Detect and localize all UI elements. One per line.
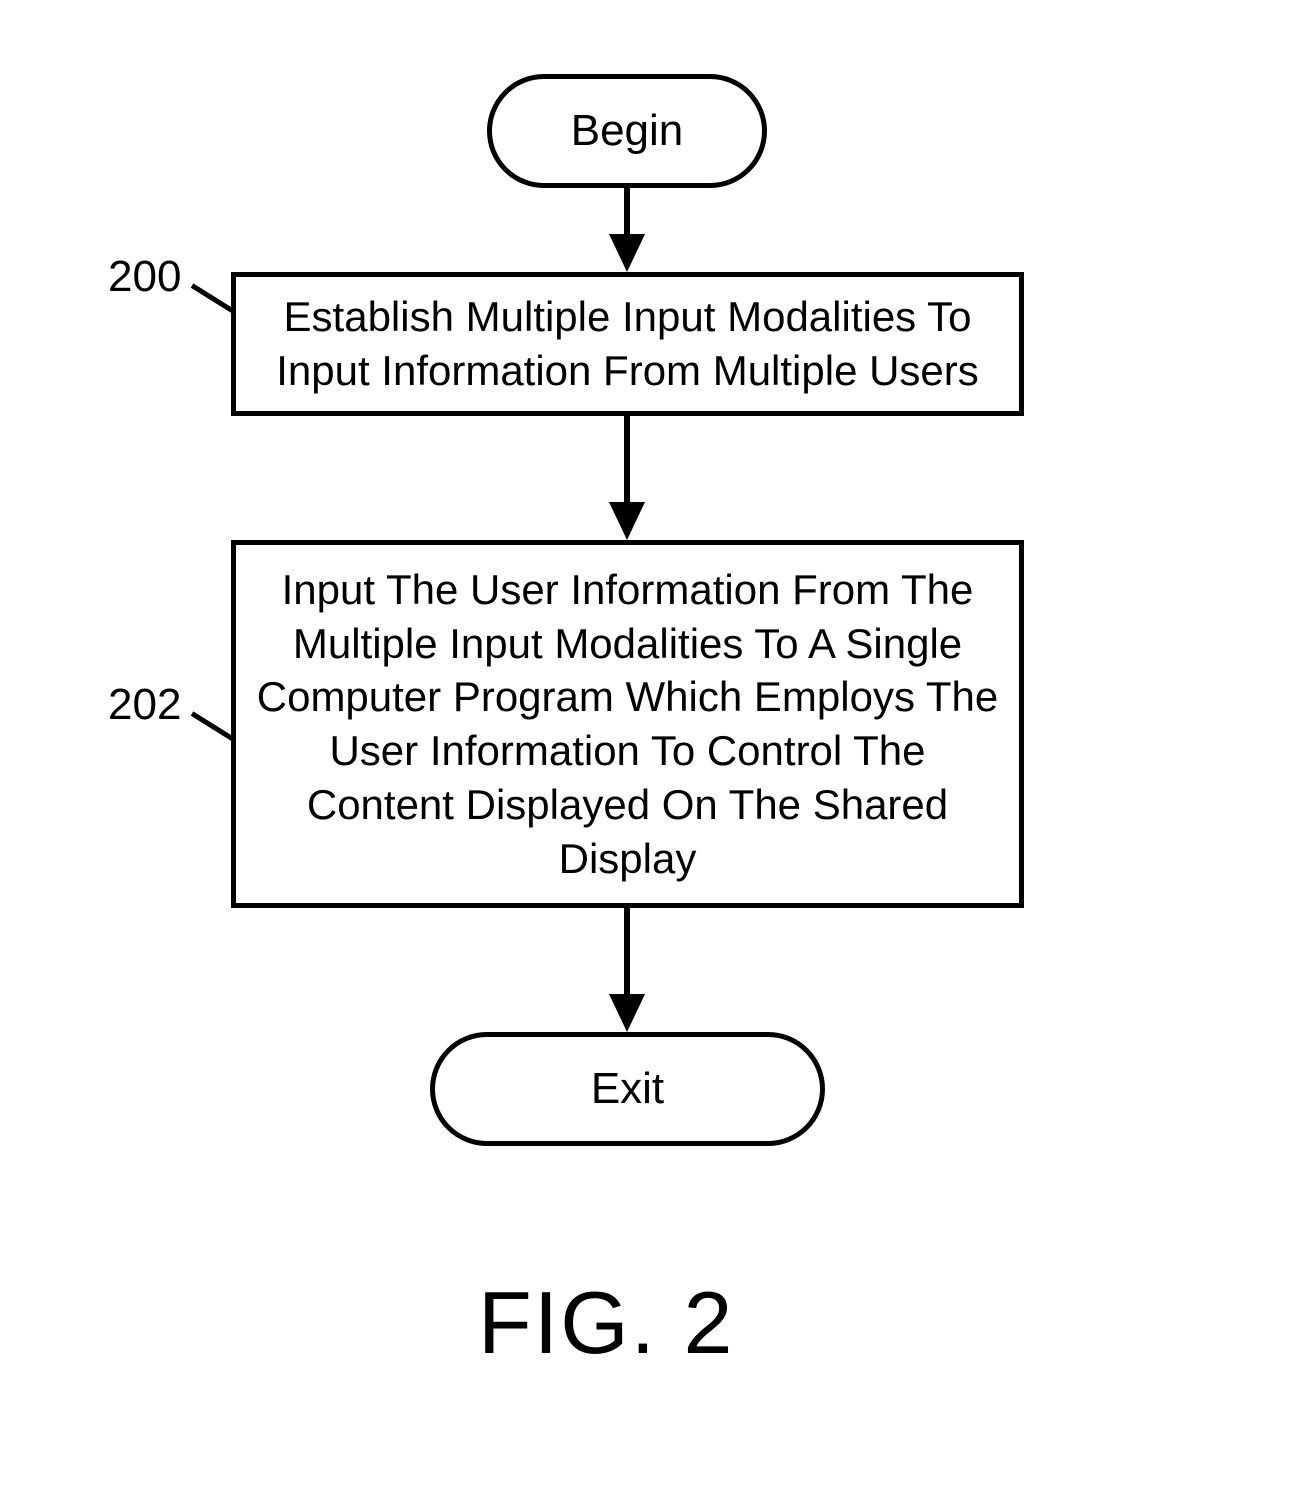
arrow-step2-to-exit [609, 908, 645, 1034]
arrow-step1-to-step2 [609, 416, 645, 542]
flow-begin: Begin [487, 74, 767, 188]
callout-line-200 [191, 283, 236, 314]
arrow-begin-to-step1 [609, 188, 645, 274]
callout-line-202 [191, 711, 236, 742]
ref-label-200: 200 [108, 252, 181, 302]
figure-caption: FIG. 2 [478, 1272, 735, 1374]
ref-label-202: 202 [108, 680, 181, 730]
flow-exit: Exit [430, 1032, 825, 1146]
flow-step-1: Establish Multiple Input Modalities To I… [231, 272, 1024, 416]
flow-step-2: Input The User Information From The Mult… [231, 540, 1024, 908]
